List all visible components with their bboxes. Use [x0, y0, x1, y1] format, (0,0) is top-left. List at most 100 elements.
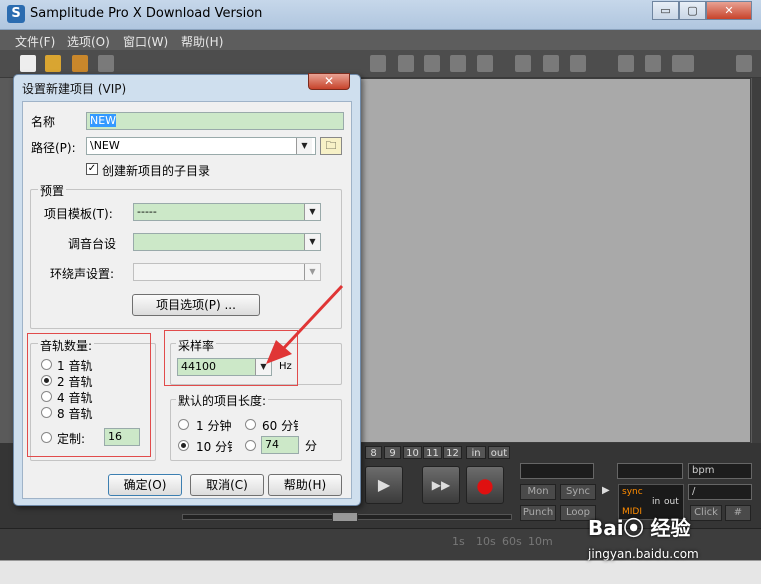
import-icon[interactable] [72, 55, 88, 72]
subdir-checkbox[interactable]: ✓ [86, 163, 98, 175]
marker-icon[interactable] [618, 55, 634, 72]
zoom-60s[interactable]: 60s [502, 535, 522, 548]
track-2-radio[interactable] [41, 375, 52, 386]
save-icon[interactable] [98, 55, 114, 72]
len-custom-input[interactable]: 74 [261, 436, 299, 454]
minimize-button[interactable]: ▭ [652, 1, 679, 20]
app-logo-icon: S [7, 5, 25, 23]
template-select[interactable]: ----- [133, 203, 321, 221]
len-10-radio[interactable] [178, 440, 189, 451]
menu-options[interactable]: 选项(O) [67, 33, 110, 50]
out-marker[interactable]: out [488, 446, 510, 459]
zoom-10s[interactable]: 10s [476, 535, 496, 548]
project-options-button[interactable]: 项目选项(P) ... [132, 294, 260, 316]
template-label: 项目模板(T): [44, 207, 113, 221]
toolbar-more-icon[interactable] [736, 55, 752, 72]
marker-11[interactable]: 11 [423, 446, 442, 459]
marker-8[interactable]: 8 [365, 446, 382, 459]
len-unit-label: 分 [305, 439, 318, 453]
punch-button[interactable]: Punch [520, 505, 556, 521]
in-led: in [652, 497, 661, 507]
zoom-1s[interactable]: 1s [452, 535, 465, 548]
align-right-icon[interactable] [477, 55, 493, 72]
name-input[interactable]: NEW [86, 112, 344, 130]
path-input[interactable]: \NEW [86, 137, 316, 155]
menu-file[interactable]: 文件(F) [15, 33, 55, 50]
len-10-label: 10 分钟 [196, 440, 232, 454]
browse-folder-icon[interactable]: 🗀 [320, 137, 342, 155]
name-label: 名称 [31, 115, 56, 129]
surround-dropdown-arrow-icon[interactable]: ▼ [304, 264, 320, 280]
track-8-radio[interactable] [41, 407, 52, 418]
expand-arrow-icon[interactable]: ▶ [602, 485, 610, 496]
dialog-close-button[interactable]: ✕ [308, 73, 350, 90]
transport-dropdown-1[interactable] [520, 463, 594, 479]
grid-button[interactable]: # [725, 505, 751, 521]
vertical-scrollbar[interactable] [752, 78, 761, 443]
in-marker[interactable]: in [466, 446, 486, 459]
position-slider-thumb[interactable] [332, 512, 358, 522]
samplerate-group-label: 采样率 [176, 337, 217, 354]
close-window-button[interactable]: ✕ [706, 1, 752, 20]
menu-help[interactable]: 帮助(H) [181, 33, 223, 50]
len-1-label: 1 分钟 [196, 419, 232, 433]
zoom-10m[interactable]: 10m [528, 535, 553, 548]
eq-icon[interactable] [570, 55, 586, 72]
help-button[interactable]: 帮助(H) [268, 474, 342, 496]
click-button[interactable]: Click [690, 505, 722, 521]
dvd-icon[interactable] [672, 55, 694, 72]
ok-button[interactable]: 确定(O) [108, 474, 182, 496]
maximize-button[interactable]: ▢ [679, 1, 706, 20]
align-icon[interactable] [450, 55, 466, 72]
cut-x-icon[interactable] [398, 55, 414, 72]
subdir-label: 创建新项目的子目录 [102, 164, 211, 178]
arrange-workspace[interactable] [355, 78, 751, 443]
mixer-select[interactable] [133, 233, 321, 251]
play-button[interactable]: ▶ [365, 466, 403, 504]
mixer-label: 调音台设 [68, 237, 117, 251]
path-dropdown-arrow-icon[interactable]: ▼ [296, 138, 312, 154]
fast-forward-button[interactable]: ▶▶ [422, 466, 460, 504]
mixer-dropdown-arrow-icon[interactable]: ▼ [304, 234, 320, 250]
menu-bar [0, 30, 761, 50]
template-dropdown-arrow-icon[interactable]: ▼ [304, 204, 320, 220]
split-icon[interactable] [424, 55, 440, 72]
marker-10[interactable]: 10 [403, 446, 422, 459]
track-1-radio[interactable] [41, 359, 52, 370]
mixer-icon[interactable] [515, 55, 531, 72]
time-signature-dropdown[interactable]: / [688, 484, 752, 500]
fx-icon[interactable] [543, 55, 559, 72]
cd-icon[interactable] [645, 55, 661, 72]
marker-12[interactable]: 12 [443, 446, 462, 459]
tracks-group-label: 音轨数量: [38, 337, 95, 354]
dialog-title: 设置新建项目 (VIP) [22, 82, 127, 96]
out-led: out [664, 497, 679, 507]
window-title: Samplitude Pro X Download Version [30, 6, 263, 21]
open-folder-icon[interactable] [45, 55, 61, 72]
len-60-radio[interactable] [245, 419, 256, 430]
custom-tracks-input[interactable]: 16 [104, 428, 140, 446]
menu-window[interactable]: 窗口(W) [123, 33, 168, 50]
sync-led: sync [622, 487, 643, 497]
cancel-button[interactable]: 取消(C) [190, 474, 264, 496]
record-button[interactable]: ● [466, 466, 504, 504]
transport-dropdown-2[interactable] [617, 463, 683, 479]
track-4-radio[interactable] [41, 391, 52, 402]
marker-9[interactable]: 9 [384, 446, 401, 459]
mon-button[interactable]: Mon [520, 484, 556, 500]
path-label: 路径(P): [31, 141, 76, 155]
baidu-watermark: Bai⦿ 经验 [588, 516, 691, 540]
track-icon[interactable] [370, 55, 386, 72]
surround-select[interactable] [133, 263, 321, 281]
bpm-dropdown[interactable]: bpm [688, 463, 752, 479]
track-custom-radio[interactable] [41, 432, 52, 443]
sync-button[interactable]: Sync [560, 484, 596, 500]
annotation-arrow-icon [266, 284, 344, 364]
watermark-url: jingyan.baidu.com [588, 547, 699, 561]
len-custom-radio[interactable] [245, 440, 256, 451]
len-1-radio[interactable] [178, 419, 189, 430]
track-1-label: 1 音轨 [57, 359, 93, 373]
preset-group-label: 预置 [38, 182, 67, 199]
new-file-icon[interactable] [20, 55, 36, 72]
status-bar [0, 560, 761, 584]
